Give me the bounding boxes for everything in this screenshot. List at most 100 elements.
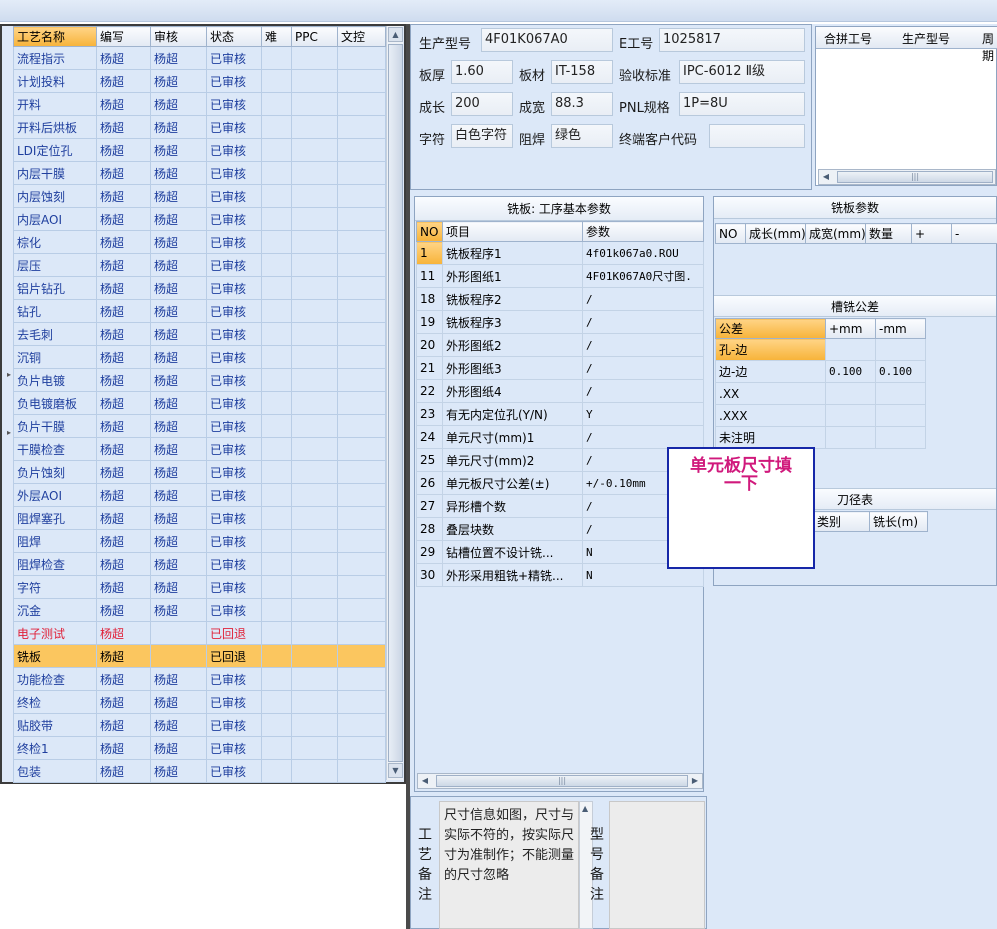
process-ppc: [291, 759, 338, 783]
mill-param-row[interactable]: 25 单元尺寸(mm)2/: [416, 448, 704, 472]
process-row[interactable]: 负电镀磨板 杨超 杨超 已审核: [13, 391, 386, 415]
process-writer: 杨超: [96, 207, 151, 231]
length-field[interactable]: 200: [451, 92, 513, 116]
material-field[interactable]: IT-158: [551, 60, 613, 84]
tolerance-plus: [825, 382, 876, 405]
thickness-field[interactable]: 1.60: [451, 60, 513, 84]
process-row[interactable]: 字符 杨超 杨超 已审核: [13, 575, 386, 599]
mill-param-row[interactable]: 26 单元板尺寸公差(±) +/-0.10mm: [416, 471, 704, 495]
process-remark-text[interactable]: 尺寸信息如图，尺寸与实际不符的，按实际尺寸为准制作；不能测量的尺寸忽略: [439, 801, 579, 929]
process-row[interactable]: 阻焊检查 杨超 杨超 已审核: [13, 552, 386, 576]
mill-param-row[interactable]: 24 单元尺寸(mm)1/: [416, 425, 704, 449]
process-doc-control: [337, 391, 386, 415]
scroll-thumb[interactable]: |||: [837, 171, 993, 183]
process-ppc: [291, 437, 338, 461]
mill-param-row[interactable]: 18 铣板程序2/: [416, 287, 704, 311]
process-row[interactable]: 功能检查 杨超 杨超 已审核: [13, 667, 386, 691]
combine-hscrollbar[interactable]: ◀ |||: [818, 169, 996, 185]
scroll-left-icon[interactable]: ◀: [418, 774, 432, 788]
process-row[interactable]: 阻焊 杨超 杨超 已审核: [13, 529, 386, 553]
tolerance-row[interactable]: .XXX: [715, 404, 926, 427]
mill-param-row[interactable]: 20 外形图纸2/: [416, 333, 704, 357]
mill-hscrollbar[interactable]: ◀ ||| ▶: [417, 773, 703, 789]
process-row[interactable]: 沉铜 杨超 杨超 已审核: [13, 345, 386, 369]
mill-param-row[interactable]: 27 异形槽个数 /: [416, 494, 704, 518]
tolerance-minus: [875, 404, 926, 427]
process-row[interactable]: 去毛刺 杨超 杨超 已审核: [13, 322, 386, 346]
process-row[interactable]: 棕化 杨超 杨超 已审核: [13, 230, 386, 254]
process-row[interactable]: 外层AOI 杨超 杨超 已审核: [13, 483, 386, 507]
tolerance-minus: [875, 338, 926, 361]
tolerance-minus: 0.100: [875, 360, 926, 383]
process-row[interactable]: 干膜检查 杨超 杨超 已审核: [13, 437, 386, 461]
tolerance-row[interactable]: 边-边 0.100 0.100: [715, 360, 926, 383]
process-row[interactable]: 终检 杨超 杨超 已审核: [13, 690, 386, 714]
mill-param-row[interactable]: 21 外形图纸3/: [416, 356, 704, 380]
mill-param-row[interactable]: 19 铣板程序3/: [416, 310, 704, 334]
process-doc-control: [337, 69, 386, 93]
model-field[interactable]: 4F01K067A0: [481, 28, 613, 52]
mill-param-row[interactable]: 29 钻槽位置不设计铣... N: [416, 540, 704, 564]
model-remark-text[interactable]: [609, 801, 705, 929]
scroll-left-icon[interactable]: ◀: [819, 170, 833, 184]
width-label: 成宽: [519, 101, 546, 116]
process-row[interactable]: 铣板 杨超 已回退: [13, 644, 386, 668]
process-row[interactable]: 贴胶带 杨超 杨超 已审核: [13, 713, 386, 737]
standard-field[interactable]: IPC-6012 Ⅱ级: [679, 60, 805, 84]
scroll-up-icon[interactable]: ▲: [388, 27, 403, 42]
process-row[interactable]: 开料 杨超 杨超 已审核: [13, 92, 386, 116]
mill-param-row[interactable]: 1 铣板程序1 4f01k067a0.ROU: [416, 241, 704, 265]
tolerance-row[interactable]: .XX: [715, 382, 926, 405]
process-row[interactable]: 负片蚀刻 杨超 杨超 已审核: [13, 460, 386, 484]
process-row[interactable]: 计划投料 杨超 杨超 已审核: [13, 69, 386, 93]
tolerance-row[interactable]: 孔-边: [715, 338, 926, 361]
process-row[interactable]: 沉金 杨超 杨超 已审核: [13, 598, 386, 622]
mill-param-item: 铣板程序1: [442, 241, 583, 265]
process-doc-control: [337, 621, 386, 645]
scroll-right-icon[interactable]: ▶: [688, 774, 702, 788]
job-field[interactable]: 1025817: [659, 28, 805, 52]
tolerance-row[interactable]: 未注明: [715, 426, 926, 449]
scroll-thumb[interactable]: [388, 44, 403, 762]
customer-code-field[interactable]: [709, 124, 805, 148]
process-reviewer: 杨超: [150, 575, 207, 599]
mill-param-item: 外形图纸2: [442, 333, 583, 357]
mill-param-row[interactable]: 28 叠层块数 /: [416, 517, 704, 541]
model-label: 生产型号: [419, 37, 472, 52]
mill-param-row[interactable]: 23 有无内定位孔(Y/N) Y: [416, 402, 704, 426]
process-row[interactable]: 内层干膜 杨超 杨超 已审核: [13, 161, 386, 185]
process-difficulty: [261, 184, 292, 208]
process-row[interactable]: 阻焊塞孔 杨超 杨超 已审核: [13, 506, 386, 530]
process-row[interactable]: 铝片钻孔 杨超 杨超 已审核: [13, 276, 386, 300]
process-row[interactable]: 终检1 杨超 杨超 已审核: [13, 736, 386, 760]
process-list-scrollbar[interactable]: ▲ ▼: [386, 26, 403, 780]
combine-col-period: 周期: [982, 32, 995, 63]
process-row[interactable]: 内层蚀刻 杨超 杨超 已审核: [13, 184, 386, 208]
character-field[interactable]: 白色字符: [451, 124, 513, 148]
scroll-down-icon[interactable]: ▼: [388, 763, 403, 778]
process-row[interactable]: 负片干膜 杨超 杨超 已审核: [13, 414, 386, 438]
solder-mask-field[interactable]: 绿色: [551, 124, 613, 148]
process-ppc: [291, 644, 338, 668]
process-row[interactable]: 层压 杨超 杨超 已审核: [13, 253, 386, 277]
process-difficulty: [261, 368, 292, 392]
scroll-up-icon[interactable]: ▲: [582, 804, 588, 813]
mill-param-row[interactable]: 11 外形图纸1 4F01K067A0尺寸图.: [416, 264, 704, 288]
process-row[interactable]: 内层AOI 杨超 杨超 已审核: [13, 207, 386, 231]
mill-size-col-header: 成宽(mm): [805, 223, 866, 244]
process-row[interactable]: 开料后烘板 杨超 杨超 已审核: [13, 115, 386, 139]
process-row[interactable]: 电子测试 杨超 已回退: [13, 621, 386, 645]
process-row[interactable]: 负片电镀 杨超 杨超 已审核: [13, 368, 386, 392]
mill-param-row[interactable]: 30 外形采用粗铣+精铣... N: [416, 563, 704, 587]
process-row[interactable]: 钻孔 杨超 杨超 已审核: [13, 299, 386, 323]
mill-size-col-header: 数量: [865, 223, 912, 244]
mill-param-row[interactable]: 22 外形图纸4/: [416, 379, 704, 403]
model-remark-char: 注: [590, 887, 604, 903]
process-row[interactable]: LDI定位孔 杨超 杨超 已审核: [13, 138, 386, 162]
process-row[interactable]: 流程指示 杨超 杨超 已审核: [13, 46, 386, 70]
process-row[interactable]: 包装 杨超 杨超 已审核: [13, 759, 386, 783]
mill-param-no: 29: [416, 540, 443, 564]
scroll-thumb[interactable]: |||: [436, 775, 688, 787]
pnl-field[interactable]: 1P=8U: [679, 92, 805, 116]
width-field[interactable]: 88.3: [551, 92, 613, 116]
